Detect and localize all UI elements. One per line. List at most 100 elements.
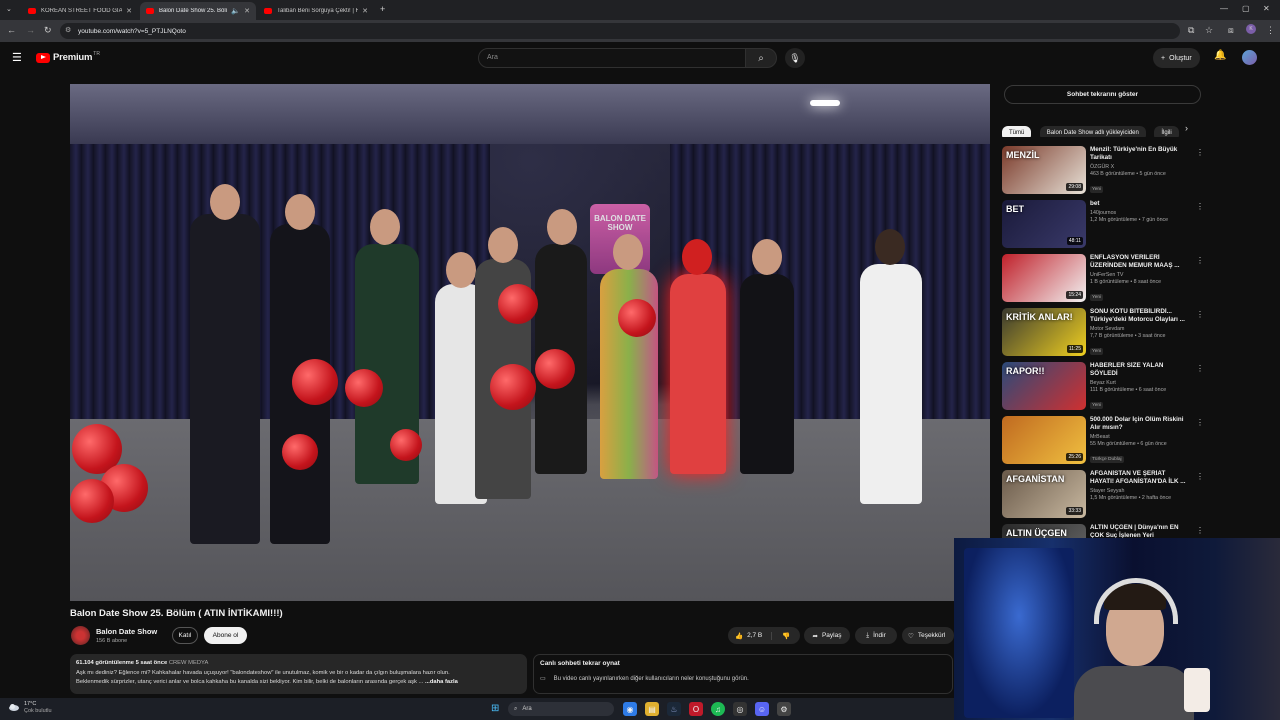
recommendation-info: HABERLER SİZE YALAN SÖYLEDİ Beyaz Kurt 111… xyxy=(1090,362,1190,411)
site-info-icon[interactable]: ⚙ xyxy=(65,26,71,34)
voice-search-button[interactable]: 🎙 xyxy=(785,48,805,68)
extensions-icon[interactable]: ⧈ xyxy=(1228,25,1234,36)
recommendation-title: AFGANİSTAN VE ŞERİAT HAYATI! AFGANİSTAN'… xyxy=(1090,470,1186,485)
channel-avatar[interactable] xyxy=(71,626,90,645)
like-button[interactable]: 👍 2,7 B xyxy=(728,631,772,640)
account-avatar[interactable] xyxy=(1242,50,1257,65)
recommendation-item[interactable]: BET 48:11 bet 140journos 1,2 Mn görüntüleme … xyxy=(1002,200,1204,252)
recommendation-item[interactable]: KRİTİK ANLAR! 11:25 SONU KÖTÜ BİTEBİLİRDİ.… xyxy=(1002,308,1204,360)
opera-app-icon[interactable]: O xyxy=(689,702,703,716)
more-options-icon[interactable]: ⋮ xyxy=(1196,472,1204,481)
close-tab-icon[interactable]: ✕ xyxy=(244,7,250,15)
search-button[interactable]: ⌕ xyxy=(745,48,777,68)
recommendation-thumbnail[interactable]: RAPOR!! xyxy=(1002,362,1086,410)
recommendation-item[interactable]: 15:24 ENFLASYON VERİLERİ ÜZERİNDEN MEMUR … xyxy=(1002,254,1204,306)
video-balloon xyxy=(70,479,114,523)
recommendation-title: bet xyxy=(1090,200,1100,207)
taskbar-search[interactable]: ⌕ Ara xyxy=(508,702,614,716)
recommendation-item[interactable]: RAPOR!! HABERLER SİZE YALAN SÖYLEDİ Beyaz … xyxy=(1002,362,1204,414)
create-label: Oluştur xyxy=(1169,54,1192,62)
recommendation-item[interactable]: AFGANİSTAN 33:33 AFGANİSTAN VE ŞERİAT HAYA… xyxy=(1002,470,1204,522)
video-player[interactable]: BALON DATE SHOW xyxy=(70,84,990,601)
search-icon: ⌕ xyxy=(758,52,764,64)
video-balloon xyxy=(292,359,338,405)
chevron-right-icon[interactable]: › xyxy=(1185,123,1188,133)
search-icon: ⌕ xyxy=(514,705,518,712)
show-more-link[interactable]: ...daha fazla xyxy=(425,679,458,685)
mute-tab-icon[interactable]: 🔈 xyxy=(231,7,240,15)
notifications-bell-icon[interactable]: 🔔 xyxy=(1214,50,1226,61)
more-options-icon[interactable]: ⋮ xyxy=(1196,526,1204,535)
like-dislike-group: 👍 2,7 B 👎 xyxy=(728,627,800,644)
create-button[interactable]: + Oluştur xyxy=(1153,48,1200,68)
more-options-icon[interactable]: ⋮ xyxy=(1196,310,1204,319)
recommendation-item[interactable]: 25:26 500.000 Dolar İçin Ölüm Riskini Alı… xyxy=(1002,416,1204,468)
more-options-icon[interactable]: ⋮ xyxy=(1196,256,1204,265)
steam-app-icon[interactable]: ♨ xyxy=(667,702,681,716)
chip-from-uploader[interactable]: Balon Date Show adlı yükleyiciden xyxy=(1039,125,1146,137)
more-options-icon[interactable]: ⋮ xyxy=(1196,418,1204,427)
tab-title: Taliban Beni Sorguya Çekti! | Fe xyxy=(277,8,359,14)
recommendation-channel: MrBeast xyxy=(1090,434,1110,440)
share-button[interactable]: ➦ Paylaş xyxy=(804,627,850,644)
file-explorer-icon[interactable]: ▤ xyxy=(645,702,659,716)
chip-all[interactable]: Tümü xyxy=(1002,125,1032,137)
windows-start-icon[interactable]: ⊞ xyxy=(491,703,499,714)
close-tab-icon[interactable]: ✕ xyxy=(362,7,368,15)
reload-icon[interactable]: ↻ xyxy=(44,25,52,36)
recommendation-thumbnail[interactable]: KRİTİK ANLAR! 11:25 xyxy=(1002,308,1086,356)
recommendation-item[interactable]: MENZİL 29:08 Menzil: Türkiye'nin En Büyük … xyxy=(1002,146,1204,198)
minimize-window-icon[interactable]: — xyxy=(1220,4,1228,13)
subscribe-button[interactable]: Abone ol xyxy=(204,627,247,644)
bookmark-star-icon[interactable]: ☆ xyxy=(1205,25,1213,36)
tab-search-icon[interactable]: ⌄ xyxy=(6,5,12,13)
video-description[interactable]: 61.104 görüntülenme 5 saat önce CREW MED… xyxy=(70,654,527,694)
recommendation-thumbnail[interactable]: 15:24 xyxy=(1002,254,1086,302)
video-balloon xyxy=(345,369,383,407)
close-window-icon[interactable]: ✕ xyxy=(1263,4,1270,13)
cast-icon[interactable]: ⧉ xyxy=(1188,25,1194,36)
close-tab-icon[interactable]: ✕ xyxy=(126,7,132,15)
join-button[interactable]: Katıl xyxy=(172,627,198,644)
maximize-window-icon[interactable]: ▢ xyxy=(1242,4,1250,13)
recommendation-title: ENFLASYON VERİLERİ ÜZERİNDEN MEMUR MAAŞ … xyxy=(1090,254,1180,269)
browser-menu-icon[interactable]: ⋮ xyxy=(1266,25,1275,36)
hamburger-menu-icon[interactable]: ☰ xyxy=(12,51,22,64)
browser-tab-1[interactable]: KOREAN STREET FOOD GIANT ✕ xyxy=(22,2,138,20)
chip-related[interactable]: İlgili xyxy=(1154,125,1179,137)
recommendation-thumbnail[interactable]: BET 48:11 xyxy=(1002,200,1086,248)
profile-avatar-icon[interactable]: K xyxy=(1246,24,1256,34)
dislike-button[interactable]: 👎 xyxy=(772,632,800,640)
browser-tab-bar: ⌄ KOREAN STREET FOOD GIANT ✕ Balon Date … xyxy=(0,0,1280,20)
new-tab-button[interactable]: + xyxy=(380,4,385,14)
video-ceiling-light xyxy=(810,100,840,106)
back-arrow-icon[interactable]: ← xyxy=(7,25,16,35)
show-chat-replay-button[interactable]: Sohbet tekrarını göster xyxy=(1004,85,1201,104)
chrome-app-icon[interactable]: ◉ xyxy=(623,702,637,716)
thanks-button[interactable]: ♡ Teşekkürl xyxy=(902,627,954,644)
more-options-icon[interactable]: ⋮ xyxy=(1196,364,1204,373)
more-options-icon[interactable]: ⋮ xyxy=(1196,202,1204,211)
spotify-app-icon[interactable]: ♫ xyxy=(711,702,725,716)
video-balloon xyxy=(618,299,656,337)
search-input[interactable]: Ara xyxy=(478,48,746,68)
discord-app-icon[interactable]: ☺ xyxy=(755,702,769,716)
recommendation-thumbnail[interactable]: 25:26 xyxy=(1002,416,1086,464)
youtube-premium-logo[interactable]: Premium TR xyxy=(36,51,100,63)
recommendation-thumbnail[interactable]: AFGANİSTAN 33:33 xyxy=(1002,470,1086,518)
browser-tab-3[interactable]: Taliban Beni Sorguya Çekti! | Fe ✕ xyxy=(258,2,374,20)
logo-text: Premium xyxy=(53,52,93,63)
app-icon[interactable]: ◎ xyxy=(733,702,747,716)
browser-tab-2-active[interactable]: Balon Date Show 25. Bölüm 🔈 ✕ xyxy=(140,2,256,20)
recommendation-channel: Stayer Seyyah xyxy=(1090,488,1125,494)
more-options-icon[interactable]: ⋮ xyxy=(1196,148,1204,157)
channel-name[interactable]: Balon Date Show xyxy=(96,627,157,636)
download-button[interactable]: ⤓ İndir xyxy=(855,627,897,644)
description-tag[interactable]: CREW MEDYA xyxy=(169,660,209,666)
recommendation-thumbnail[interactable]: MENZİL 29:08 xyxy=(1002,146,1086,194)
settings-gear-icon[interactable]: ⚙ xyxy=(777,702,791,716)
url-field[interactable]: ⚙ youtube.com/watch?v=5_PTJLNQoto xyxy=(60,23,1180,39)
weather-widget[interactable]: 17°C Çok bulutlu xyxy=(8,701,52,715)
forward-arrow-icon[interactable]: → xyxy=(26,25,35,35)
windows-taskbar: 17°C Çok bulutlu ⊞ ⌕ Ara ◉ ▤ ♨ O ♫ ◎ ☺ ⚙ xyxy=(0,698,954,720)
